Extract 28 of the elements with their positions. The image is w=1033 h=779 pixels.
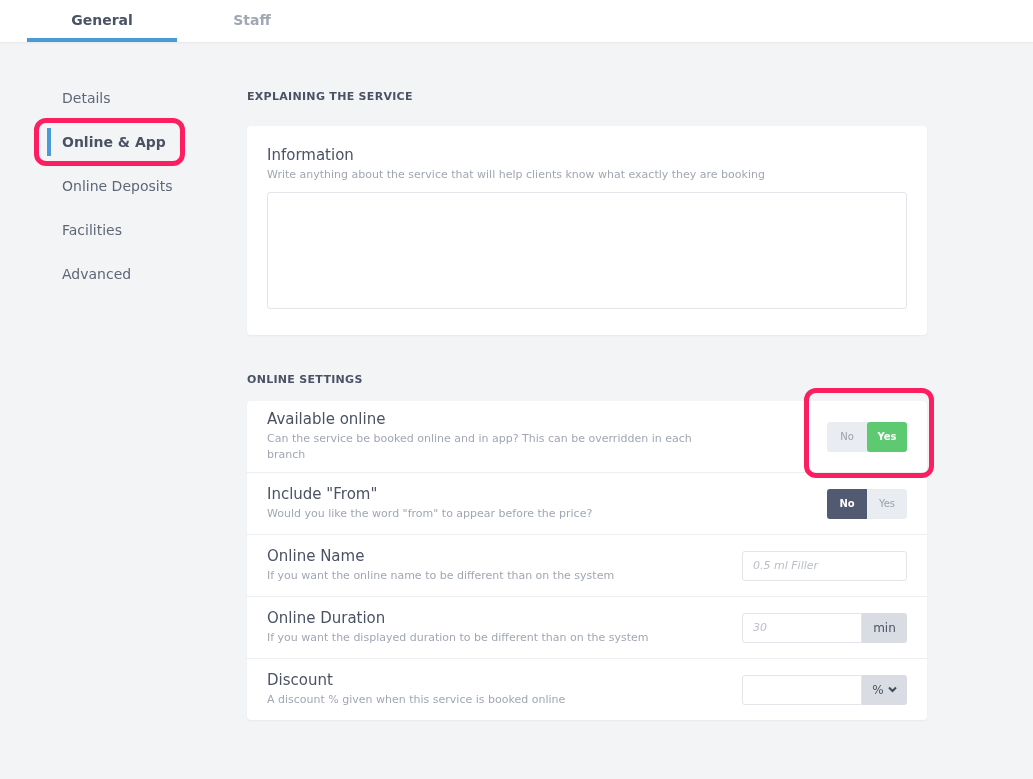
setting-hint: A discount % given when this service is booked online bbox=[267, 692, 567, 708]
setting-title: Online Name bbox=[267, 547, 366, 565]
setting-title: Available online bbox=[267, 410, 387, 428]
sidebar-item[interactable]: Facilities bbox=[47, 216, 122, 244]
input-field[interactable]: 0.5 ml Filler bbox=[742, 550, 907, 581]
input-field[interactable]: 30 bbox=[742, 612, 862, 643]
section-heading: EXPLAINING THE SERVICE bbox=[247, 90, 414, 105]
setting-title: Discount bbox=[267, 671, 334, 689]
setting-title: Online Duration bbox=[267, 609, 387, 627]
sidebar-item[interactable]: Details bbox=[47, 84, 111, 112]
setting-hint: Can the service be booked online and in app? This can be overridden in each branch bbox=[267, 431, 693, 463]
input-field[interactable] bbox=[742, 674, 862, 705]
sidebar-item[interactable]: Advanced bbox=[47, 260, 132, 288]
sidebar-item[interactable]: Online Deposits bbox=[47, 172, 173, 200]
unit-label: min bbox=[862, 612, 907, 643]
toggle-option[interactable]: No bbox=[827, 488, 867, 519]
setting-hint: If you want the displayed duration to be different than on the system bbox=[267, 630, 650, 646]
setting-hint: If you want the online name to be different than on the system bbox=[267, 568, 616, 584]
field-hint: Write anything about the service that will help clients know what exactly they are booking bbox=[267, 167, 766, 183]
section-heading: ONLINE SETTINGS bbox=[247, 373, 364, 388]
setting-title: Include "From" bbox=[267, 485, 379, 503]
sidebar-item[interactable]: Online & App bbox=[47, 128, 166, 156]
unit-dropdown[interactable]: % bbox=[862, 674, 907, 705]
setting-hint: Would you like the word "from" to appear before the price? bbox=[267, 506, 594, 522]
information-textarea[interactable] bbox=[267, 192, 907, 309]
tab[interactable]: General bbox=[27, 0, 177, 42]
field-title: Information bbox=[267, 146, 355, 164]
chevron-down-icon bbox=[887, 686, 897, 693]
